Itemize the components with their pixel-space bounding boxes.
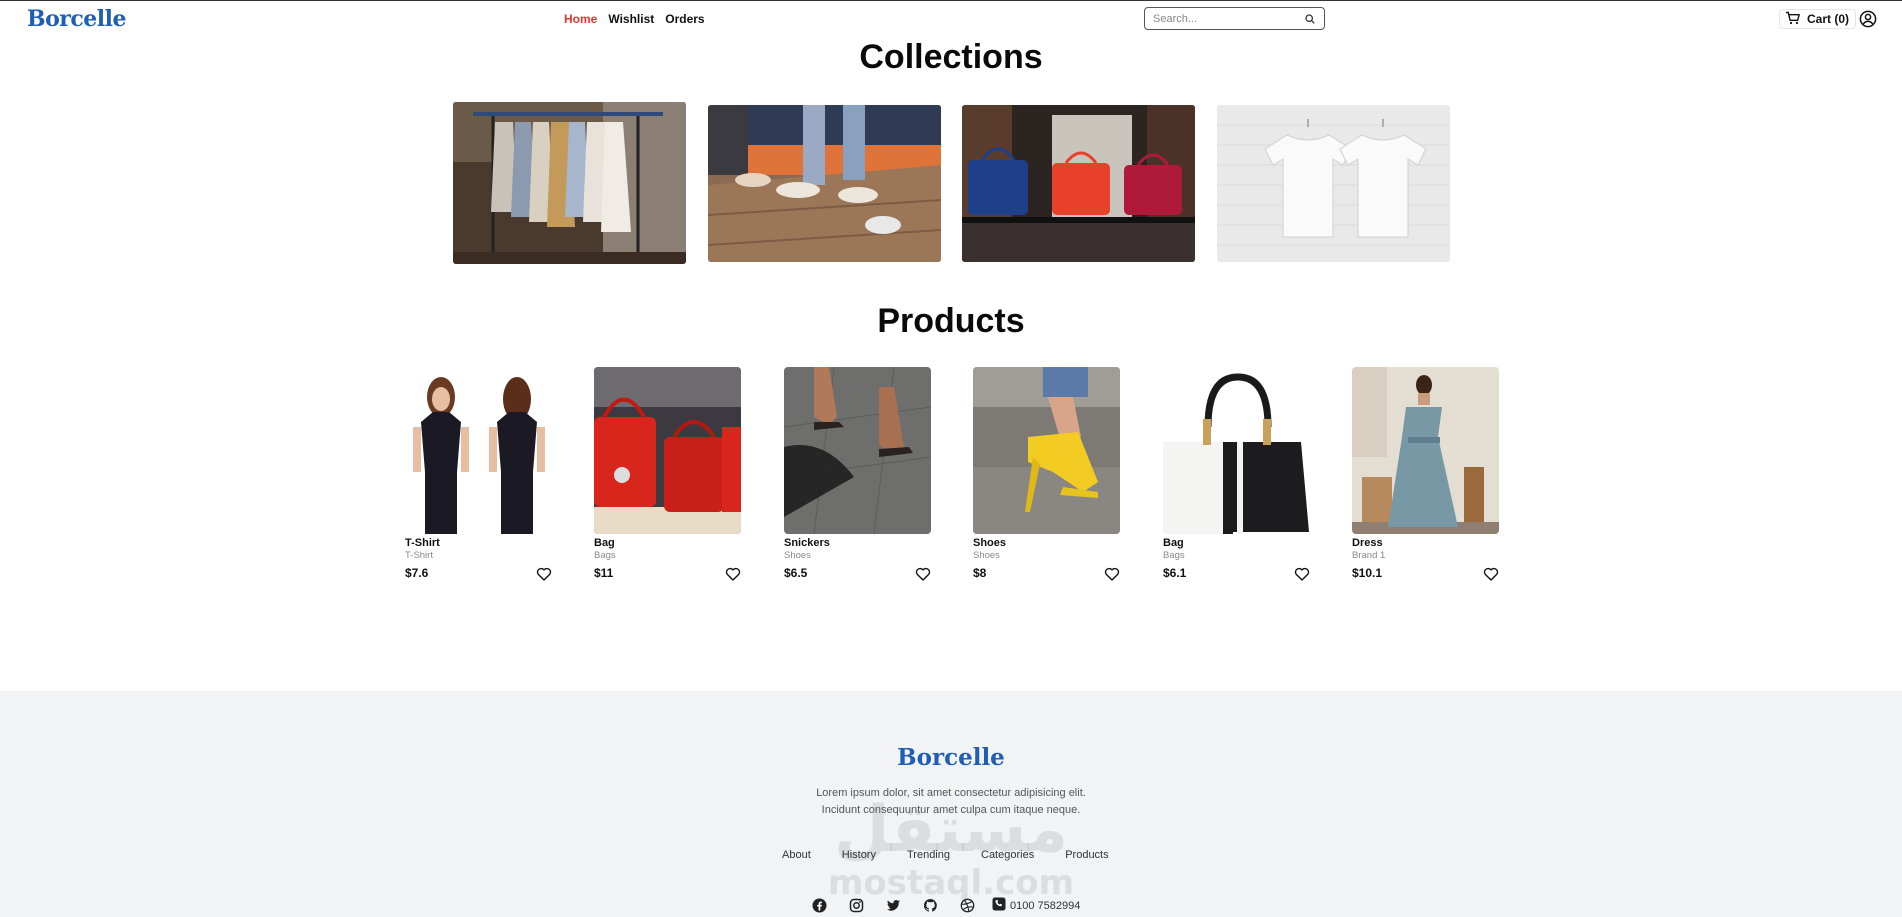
nav-home[interactable]: Home: [564, 12, 597, 26]
product-price: $6.5: [784, 566, 808, 580]
handbags-photo: [962, 105, 1195, 262]
collection-bags[interactable]: [962, 105, 1195, 262]
product-category: Shoes: [973, 550, 1000, 561]
product-name[interactable]: Bag: [1163, 537, 1184, 549]
footer-link-products[interactable]: Products: [1065, 849, 1108, 861]
product-price: $6.1: [1163, 566, 1187, 580]
cart-button[interactable]: Cart (0): [1779, 9, 1857, 29]
product-category: Bags: [594, 550, 616, 561]
footer-link-trending[interactable]: Trending: [907, 849, 950, 861]
product-name[interactable]: Dress: [1352, 537, 1383, 549]
shoes-photo: [708, 105, 941, 262]
cart-icon: [1785, 11, 1801, 28]
wishlist-heart-icon[interactable]: [1294, 566, 1310, 582]
product-category: T-Shirt: [405, 550, 433, 561]
yellow-heels-photo: [973, 367, 1120, 534]
product-image[interactable]: [594, 367, 741, 534]
dress-model-photo: [1352, 367, 1499, 534]
clothing-rack-photo: [453, 102, 686, 264]
products-grid: T-Shirt T-Shirt $7.6 Bag Bags $11 Snicke…: [405, 367, 1499, 587]
product-image[interactable]: [784, 367, 931, 534]
footer-logo[interactable]: Borcelle: [0, 744, 1902, 771]
red-bags-photo: [594, 367, 741, 534]
product-name[interactable]: Bag: [594, 537, 615, 549]
footer-links: About History Trending Categories Produc…: [782, 849, 1140, 861]
wishlist-heart-icon[interactable]: [1104, 566, 1120, 582]
facebook-icon[interactable]: [812, 898, 827, 913]
phone-number: 0100 7582994: [1010, 899, 1081, 912]
product-category: Brand 1: [1352, 550, 1386, 561]
watermark-english: mostaql.com: [827, 863, 1075, 903]
collections-title: Collections: [859, 38, 1043, 76]
wishlist-heart-icon[interactable]: [1483, 566, 1499, 582]
product-name[interactable]: Snickers: [784, 537, 830, 549]
footer-description-line: Incidunt consequuntur amet culpa cum ita…: [821, 804, 1081, 816]
site-footer: مستقل mostaql.com Borcelle Lorem ipsum d…: [0, 691, 1902, 917]
user-account-icon[interactable]: [1859, 10, 1877, 28]
product-price: $11: [594, 566, 614, 580]
site-logo[interactable]: Borcelle: [27, 6, 126, 32]
phone-icon: [992, 897, 1006, 914]
tshirt-model-photo: [405, 367, 552, 534]
product-price: $10.1: [1352, 566, 1383, 580]
collection-tshirts[interactable]: [1217, 105, 1450, 262]
product-name[interactable]: Shoes: [973, 537, 1006, 549]
github-icon[interactable]: [923, 898, 938, 913]
main-nav: Home Wishlist Orders: [564, 12, 705, 26]
footer-social: 0100 7582994: [812, 897, 1080, 914]
collections-grid: [453, 102, 1450, 264]
search-input[interactable]: [1153, 12, 1304, 25]
footer-link-categories[interactable]: Categories: [981, 849, 1034, 861]
twitter-icon[interactable]: [886, 898, 901, 913]
search-box: [1144, 7, 1325, 30]
wishlist-heart-icon[interactable]: [915, 566, 931, 582]
footer-link-history[interactable]: History: [842, 849, 876, 861]
product-category: Bags: [1163, 550, 1185, 561]
black-white-handbag-photo: [1163, 367, 1310, 534]
wishlist-heart-icon[interactable]: [725, 566, 741, 582]
collection-shoes[interactable]: [708, 105, 941, 262]
top-header: Borcelle Home Wishlist Orders Cart (0): [0, 0, 1902, 34]
footer-phone[interactable]: 0100 7582994: [992, 897, 1080, 914]
footer-description: Lorem ipsum dolor, sit amet consectetur …: [0, 785, 1902, 819]
nav-orders[interactable]: Orders: [665, 12, 704, 26]
product-image[interactable]: [973, 367, 1120, 534]
product-image[interactable]: [405, 367, 552, 534]
wishlist-heart-icon[interactable]: [536, 566, 552, 582]
sandals-photo: [784, 367, 931, 534]
product-image[interactable]: [1163, 367, 1310, 534]
product-card[interactable]: Shoes Shoes $8: [973, 367, 1120, 587]
cart-label: Cart (0): [1807, 12, 1850, 26]
product-card[interactable]: Bag Bags $11: [594, 367, 741, 587]
search-icon[interactable]: [1304, 13, 1316, 25]
products-title: Products: [877, 302, 1025, 340]
product-price: $7.6: [405, 566, 429, 580]
product-card[interactable]: Dress Brand 1 $10.1: [1352, 367, 1499, 587]
product-card[interactable]: T-Shirt T-Shirt $7.6: [405, 367, 552, 587]
product-category: Shoes: [784, 550, 811, 561]
footer-link-about[interactable]: About: [782, 849, 811, 861]
nav-wishlist[interactable]: Wishlist: [608, 12, 654, 26]
product-card[interactable]: Bag Bags $6.1: [1163, 367, 1310, 587]
product-card[interactable]: Snickers Shoes $6.5: [784, 367, 931, 587]
dribbble-icon[interactable]: [960, 898, 975, 913]
footer-description-line: Lorem ipsum dolor, sit amet consectetur …: [816, 787, 1086, 799]
white-tshirts-photo: [1217, 105, 1450, 262]
product-name[interactable]: T-Shirt: [405, 537, 440, 549]
collection-clothing[interactable]: [453, 102, 686, 264]
product-price: $8: [973, 566, 987, 580]
instagram-icon[interactable]: [849, 898, 864, 913]
product-image[interactable]: [1352, 367, 1499, 534]
